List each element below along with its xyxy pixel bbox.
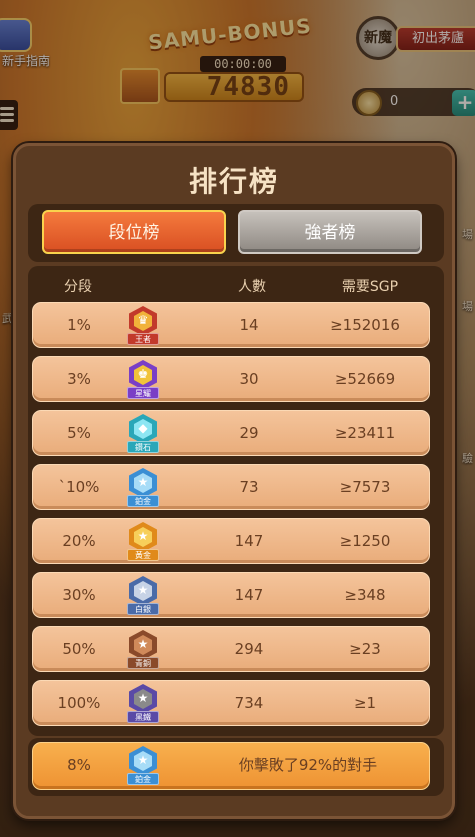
leaderboard-panel: 排行榜 段位榜 強者榜 分段 人數 需要SGP 1% ♛ 王者 14 ≥152016 3%… [13,143,455,819]
star-icon: ★ [137,475,149,489]
header-sgp: 需要SGP [341,279,399,295]
rank-badge-icon: ★ 鉑金 [123,468,163,508]
badge-label: 黃金 [127,549,159,561]
tier-percent: 5% [67,424,91,442]
tier-percent: 50% [62,640,96,658]
star-icon: ★ [137,529,149,543]
rank-badge-icon: ◆ 鑽石 [123,414,163,454]
required-sgp: ≥52669 [334,370,396,388]
badge-label: 青銅 [127,657,159,669]
badge-label: 白銀 [127,603,159,615]
tab-top-players[interactable]: 強者榜 [238,210,422,254]
table-row: `10% ★ 鉑金 73 ≥7573 [32,464,430,510]
tier-percent: 3% [67,370,91,388]
table-row: 100% ★ 黑鐵 734 ≥1 [32,680,430,726]
badge-label: 星耀 [127,387,159,399]
badge-label: 鉑金 [127,773,159,785]
star-icon: ★ [137,753,149,767]
tier-percent: 1% [67,316,91,334]
rank-badge-icon: ★ 青銅 [123,630,163,670]
my-rank-message: 你擊敗了92%的對手 [238,756,378,774]
badge-label: 鉑金 [127,495,159,507]
my-rank-badge: ★ 鉑金 [123,746,163,786]
my-tier: 8% [67,756,91,774]
panel-title: 排行榜 [188,165,279,198]
badge-label: 鑽石 [127,441,159,453]
my-rank-area: 8% ★ 鉑金 你擊敗了92%的對手 [28,738,444,796]
table-row: 3% ♚ 星耀 30 ≥52669 [32,356,430,402]
player-count: 147 [234,532,264,550]
star-icon: ★ [137,637,149,651]
table-row: 20% ★ 黃金 147 ≥1250 [32,518,430,564]
rank-badge-icon: ★ 白銀 [123,576,163,616]
required-sgp: ≥1 [353,694,377,712]
table-row: 1% ♛ 王者 14 ≥152016 [32,302,430,348]
tab-strip: 段位榜 強者榜 [28,204,444,262]
crown-icon: ♚ [137,367,149,381]
required-sgp: ≥1250 [339,532,391,550]
rank-badge-icon: ♚ 星耀 [123,360,163,400]
tier-percent: 30% [62,586,96,604]
star-icon: ★ [137,691,149,705]
table-row: 5% ◆ 鑽石 29 ≥23411 [32,410,430,456]
player-count: 294 [234,640,264,658]
player-count: 29 [239,424,259,442]
required-sgp: ≥23 [349,640,381,658]
required-sgp: ≥7573 [339,478,391,496]
tier-percent: 100% [57,694,101,712]
rank-badge-icon: ♛ 王者 [123,306,163,346]
player-count: 147 [234,586,264,604]
table-row: 50% ★ 青銅 294 ≥23 [32,626,430,672]
rank-badge-icon: ★ 黑鐵 [123,684,163,724]
player-count: 30 [239,370,259,388]
my-rank-row: 8% ★ 鉑金 你擊敗了92%的對手 [32,742,430,790]
header-count: 人數 [238,279,266,295]
tier-percent: `10% [58,478,100,496]
trophy-icon: ♛ [137,313,149,327]
badge-label: 王者 [127,333,159,345]
diamond-icon: ◆ [138,421,148,435]
player-count: 14 [239,316,259,334]
star-icon: ★ [137,583,149,597]
table-row: 30% ★ 白銀 147 ≥348 [32,572,430,618]
player-count: 734 [234,694,264,712]
required-sgp: ≥23411 [334,424,396,442]
tier-percent: 20% [62,532,96,550]
header-tier: 分段 [64,279,92,295]
required-sgp: ≥348 [344,586,386,604]
required-sgp: ≥152016 [330,316,400,334]
rank-badge-icon: ★ 黃金 [123,522,163,562]
ranking-table: 分段 人數 需要SGP 1% ♛ 王者 14 ≥152016 3% ♚ 星耀 30 ≥52669 5… [28,266,444,736]
player-count: 73 [239,478,259,496]
badge-label: 黑鐵 [127,711,159,723]
tab-tier-ranking[interactable]: 段位榜 [42,210,226,254]
